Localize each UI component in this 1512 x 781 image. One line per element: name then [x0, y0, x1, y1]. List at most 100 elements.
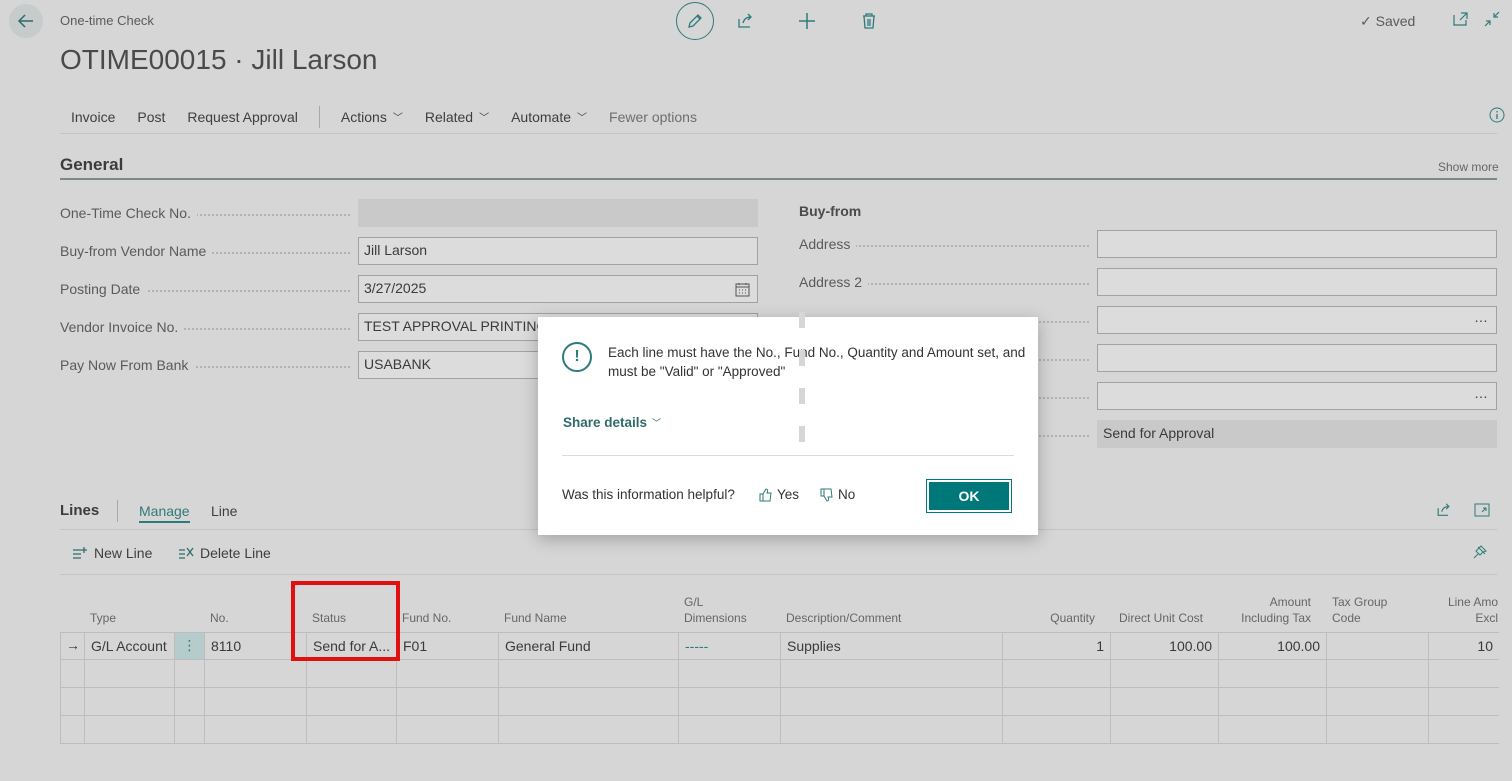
- col-header-description[interactable]: Description/Comment: [786, 590, 1001, 632]
- city-input[interactable]: …: [1097, 306, 1497, 334]
- empty-cell[interactable]: [205, 660, 307, 688]
- calendar-icon[interactable]: [735, 282, 750, 297]
- empty-cell[interactable]: [781, 688, 1003, 716]
- related-menu[interactable]: Related ﹀: [414, 109, 500, 125]
- cell-gl-dimensions[interactable]: -----: [679, 632, 781, 660]
- col-header-no[interactable]: No.: [210, 590, 300, 632]
- empty-cell[interactable]: [397, 688, 499, 716]
- col-header-fund-no[interactable]: Fund No.: [402, 590, 497, 632]
- empty-cell[interactable]: [499, 660, 679, 688]
- empty-cell[interactable]: [1429, 660, 1499, 688]
- no-button[interactable]: No: [820, 487, 855, 502]
- empty-cell[interactable]: [1111, 716, 1219, 744]
- col-header-direct-unit-cost[interactable]: Direct Unit Cost: [1119, 590, 1217, 632]
- tab-manage[interactable]: Manage: [139, 503, 190, 523]
- new-line-button[interactable]: New Line: [72, 545, 152, 561]
- empty-cell[interactable]: [1327, 660, 1429, 688]
- cell-quantity[interactable]: 1: [1003, 632, 1111, 660]
- cell-fund-name[interactable]: General Fund: [499, 632, 679, 660]
- empty-cell[interactable]: [1429, 716, 1499, 744]
- zip-input[interactable]: …: [1097, 382, 1497, 410]
- empty-cell[interactable]: [397, 716, 499, 744]
- col-header-quantity[interactable]: Quantity: [1002, 590, 1095, 632]
- empty-cell[interactable]: [60, 716, 85, 744]
- fewer-options-button[interactable]: Fewer options: [598, 109, 708, 125]
- empty-cell[interactable]: [205, 688, 307, 716]
- empty-cell[interactable]: [679, 660, 781, 688]
- cell-amount-incl-tax[interactable]: 100.00: [1219, 632, 1327, 660]
- tab-line[interactable]: Line: [211, 503, 237, 519]
- edit-button[interactable]: [676, 2, 714, 40]
- empty-cell[interactable]: [1327, 716, 1429, 744]
- expand-icon[interactable]: [1474, 502, 1490, 518]
- row-menu-dots-icon[interactable]: ⋮: [175, 632, 205, 660]
- lookup-ellipsis-icon[interactable]: …: [1474, 309, 1488, 325]
- empty-cell[interactable]: [679, 716, 781, 744]
- cell-line-amount[interactable]: 10: [1429, 632, 1499, 660]
- empty-cell[interactable]: [1219, 688, 1327, 716]
- cell-tax-group[interactable]: [1327, 632, 1429, 660]
- actions-menu[interactable]: Actions ﹀: [330, 109, 414, 125]
- post-action[interactable]: Post: [126, 109, 176, 125]
- collapse-icon[interactable]: [1484, 11, 1500, 27]
- state-input[interactable]: [1097, 344, 1497, 372]
- empty-cell[interactable]: [397, 660, 499, 688]
- yes-button[interactable]: Yes: [759, 487, 799, 502]
- back-button[interactable]: [9, 4, 43, 38]
- cell-type[interactable]: G/L Account: [85, 632, 175, 660]
- share-button[interactable]: [714, 2, 776, 40]
- empty-cell[interactable]: [60, 688, 85, 716]
- empty-cell[interactable]: [85, 688, 175, 716]
- ok-button[interactable]: OK: [926, 479, 1012, 513]
- empty-cell[interactable]: [307, 688, 397, 716]
- col-header-amount-incl-tax[interactable]: Amount Including Tax: [1218, 590, 1311, 632]
- lookup-ellipsis-icon[interactable]: …: [1474, 385, 1488, 401]
- empty-cell[interactable]: [175, 688, 205, 716]
- info-icon[interactable]: [1489, 107, 1505, 126]
- empty-cell[interactable]: [1219, 660, 1327, 688]
- address-2-input[interactable]: [1097, 268, 1497, 296]
- empty-cell[interactable]: [307, 716, 397, 744]
- empty-cell[interactable]: [85, 716, 175, 744]
- request-approval-action[interactable]: Request Approval: [176, 109, 309, 125]
- empty-cell[interactable]: [499, 716, 679, 744]
- delete-button[interactable]: [838, 2, 900, 40]
- vendor-name-input[interactable]: Jill Larson: [358, 237, 758, 265]
- col-header-type[interactable]: Type: [90, 590, 200, 632]
- share-details-button[interactable]: Share details ﹀: [563, 415, 661, 430]
- open-new-window-icon[interactable]: [1452, 11, 1470, 27]
- empty-cell[interactable]: [1003, 688, 1111, 716]
- empty-cell[interactable]: [175, 660, 205, 688]
- empty-cell[interactable]: [781, 660, 1003, 688]
- empty-cell[interactable]: [1327, 688, 1429, 716]
- empty-cell[interactable]: [1111, 688, 1219, 716]
- empty-cell[interactable]: [1003, 660, 1111, 688]
- cell-fund-no[interactable]: F01: [397, 632, 499, 660]
- new-button[interactable]: [776, 2, 838, 40]
- empty-cell[interactable]: [175, 716, 205, 744]
- empty-cell[interactable]: [781, 716, 1003, 744]
- col-header-gl-dimensions[interactable]: G/L Dimensions: [684, 590, 779, 632]
- empty-cell[interactable]: [1111, 660, 1219, 688]
- empty-cell[interactable]: [85, 660, 175, 688]
- empty-cell[interactable]: [205, 716, 307, 744]
- automate-menu[interactable]: Automate ﹀: [500, 109, 598, 125]
- share-icon[interactable]: [1435, 502, 1452, 518]
- empty-cell[interactable]: [499, 688, 679, 716]
- empty-cell[interactable]: [307, 660, 397, 688]
- delete-line-button[interactable]: Delete Line: [178, 545, 271, 561]
- col-header-line-amount[interactable]: Line Amo Excl: [1428, 590, 1498, 632]
- pin-icon[interactable]: [1472, 544, 1488, 563]
- posting-date-input[interactable]: 3/27/2025: [358, 275, 758, 303]
- col-header-tax-group-code[interactable]: Tax Group Code: [1332, 590, 1427, 632]
- show-more-link[interactable]: Show more: [1438, 160, 1499, 174]
- empty-cell[interactable]: [1219, 716, 1327, 744]
- cell-direct-unit-cost[interactable]: 100.00: [1111, 632, 1219, 660]
- empty-cell[interactable]: [679, 688, 781, 716]
- col-header-fund-name[interactable]: Fund Name: [504, 590, 674, 632]
- invoice-action[interactable]: Invoice: [60, 109, 126, 125]
- empty-cell[interactable]: [1003, 716, 1111, 744]
- address-input[interactable]: [1097, 230, 1497, 258]
- cell-description[interactable]: Supplies: [781, 632, 1003, 660]
- empty-cell[interactable]: [1429, 688, 1499, 716]
